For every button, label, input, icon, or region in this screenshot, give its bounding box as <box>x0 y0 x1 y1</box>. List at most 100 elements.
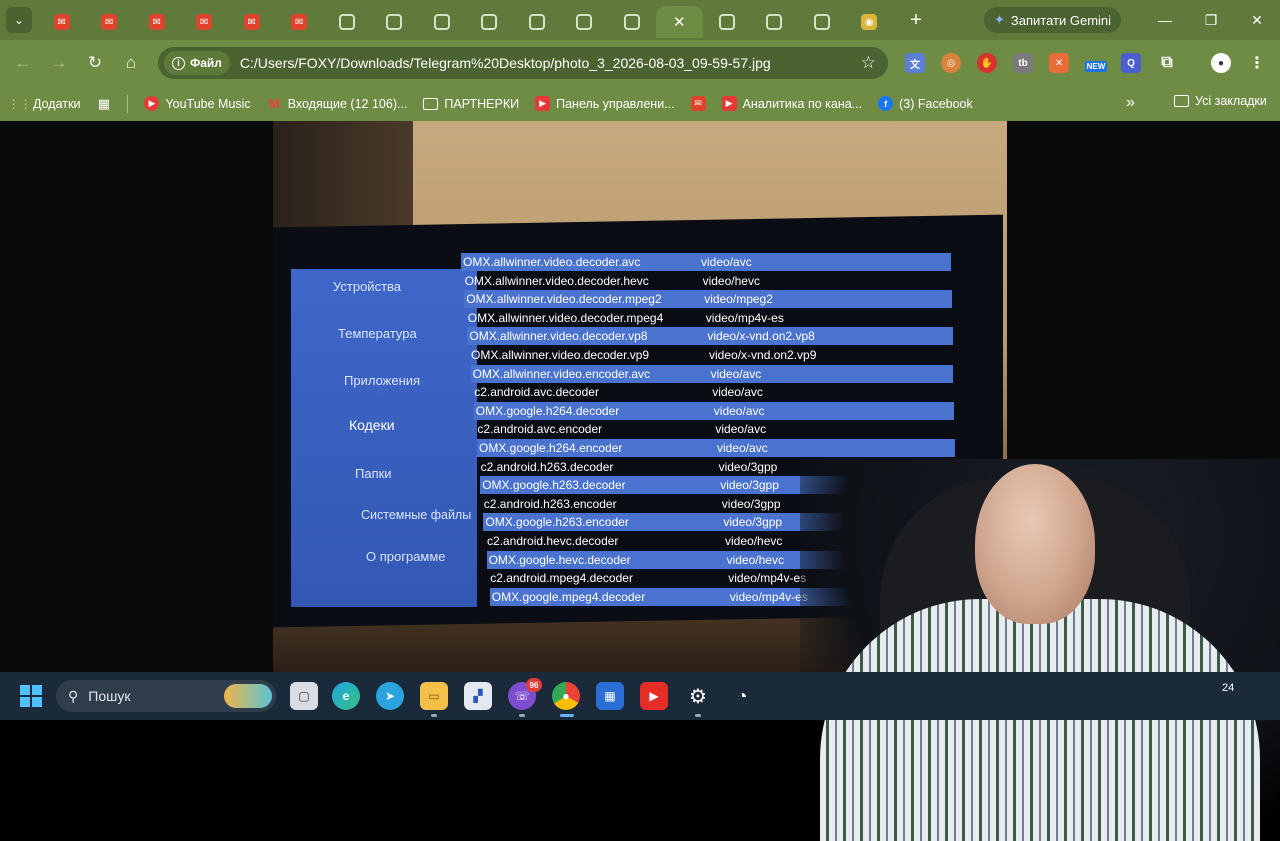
tab-active[interactable]: ✕ <box>655 6 703 38</box>
codec-row: OMX.google.h264.encoder video/avc <box>477 439 955 457</box>
tv-menu-item: Приложения <box>344 373 421 388</box>
bookmark-partnerki[interactable]: ПАРТНЕРКИ <box>423 97 519 111</box>
back-button[interactable]: ← <box>5 45 41 81</box>
windows-start-icon[interactable] <box>20 685 42 707</box>
bookmark-inbox[interactable]: M Входящие (12 106)... <box>267 96 408 111</box>
bookmark-mail[interactable]: ✉ <box>690 96 706 111</box>
globe-icon <box>813 14 830 30</box>
facebook-icon: f <box>878 96 894 111</box>
tab[interactable] <box>703 6 751 38</box>
extension-blue-icon[interactable]: Q <box>1121 53 1141 73</box>
bookmark-analytics[interactable]: ▶ Аналитика по кана... <box>721 96 862 111</box>
app-with-notification-icon[interactable]: ◔ <box>728 682 756 710</box>
chevron-down-icon: ⌄ <box>13 13 25 27</box>
task-view-icon[interactable]: ▢ <box>290 682 318 710</box>
extension-new-icon[interactable]: NEW <box>1084 53 1108 73</box>
bookmark-youtube-music[interactable]: ▶ YouTube Music <box>144 96 251 111</box>
menu-dots-icon[interactable]: ⋮ <box>1247 53 1267 73</box>
tab[interactable]: ✉ <box>228 6 276 38</box>
tab[interactable]: ◉ <box>846 6 894 38</box>
globe-icon <box>528 14 545 30</box>
image-viewer-icon[interactable]: ▞ <box>464 682 492 710</box>
chrome-icon[interactable]: ● <box>552 682 580 710</box>
taskbar-active-indicator <box>560 714 574 717</box>
clock-fragment[interactable]: 24 <box>1222 682 1234 694</box>
codec-name: c2.android.hevc.decoder <box>487 534 619 548</box>
bookmark-star-icon[interactable]: ☆ <box>861 53 876 73</box>
webcam-person-head <box>975 464 1095 624</box>
globe-icon <box>481 14 498 30</box>
minimize-icon: — <box>1158 12 1172 28</box>
tab[interactable] <box>608 6 656 38</box>
tab[interactable]: ✉ <box>181 6 229 38</box>
tab[interactable]: ✉ <box>38 6 86 38</box>
tab[interactable] <box>513 6 561 38</box>
search-icon: ⚲ <box>68 687 79 704</box>
taskbar: ⚲ Пошук ▢ e ➤ ▭ ▞ ☏ 96 ● ▦ ▶ ⚙ ◔ 24 <box>0 672 1280 720</box>
extensions-puzzle-icon[interactable]: ⧉ <box>1157 53 1177 73</box>
codec-row: OMX.allwinner.video.decoder.vp8 video/x-v… <box>467 327 953 346</box>
extension-red-icon[interactable]: ✋ <box>977 53 997 73</box>
bookmark-facebook[interactable]: f (3) Facebook <box>878 96 973 111</box>
codec-row: c2.android.avc.encoder video/avc <box>475 420 954 438</box>
bookmark-apps[interactable]: ⋮⋮ Додатки <box>8 96 81 111</box>
tab[interactable] <box>561 6 609 38</box>
codec-row: OMX.google.h264.decoder video/avc <box>473 401 955 420</box>
settings-gear-icon[interactable]: ⚙ <box>684 682 712 710</box>
taskbar-search[interactable]: ⚲ Пошук <box>56 680 276 712</box>
codec-row: OMX.allwinner.video.encoder.avc video/avc <box>470 364 954 383</box>
codec-name: OMX.allwinner.video.encoder.avc <box>472 366 651 381</box>
viber-icon[interactable]: ☏ 96 <box>508 678 542 710</box>
tab-search-button[interactable]: ⌄ <box>6 7 32 33</box>
bookmark-label: ПАРТНЕРКИ <box>444 96 520 111</box>
codec-name: OMX.allwinner.video.decoder.mpeg2 <box>466 292 662 307</box>
bookmark-control-panel[interactable]: ▶ Панель управлени... <box>535 96 675 111</box>
tab[interactable] <box>371 6 419 38</box>
address-bar[interactable]: i Файл C:/Users/FOXY/Downloads/Telegram%… <box>158 47 888 79</box>
close-icon[interactable]: ✕ <box>673 13 686 31</box>
globe-icon <box>718 14 735 30</box>
site-info-chip[interactable]: i Файл <box>164 51 230 75</box>
gmail-icon: M <box>268 96 280 111</box>
tab[interactable] <box>751 6 799 38</box>
extension-puzzle-orange-icon[interactable]: ✕ <box>1049 53 1069 73</box>
tab[interactable] <box>466 6 514 38</box>
file-explorer-icon[interactable]: ▭ <box>420 682 448 710</box>
edge-icon[interactable]: e <box>332 682 360 710</box>
codec-name: OMX.allwinner.video.decoder.mpeg4 <box>467 310 664 325</box>
codec-name: OMX.google.hevc.decoder <box>488 552 631 567</box>
tab[interactable]: ✉ <box>133 6 181 38</box>
codec-name: OMX.google.h264.encoder <box>479 441 623 455</box>
bookmark-grid[interactable]: ▦ <box>96 96 111 111</box>
profile-avatar-icon[interactable]: ● <box>1211 53 1231 73</box>
tv-menu-item: О программе <box>366 549 446 564</box>
tab[interactable]: ✉ <box>86 6 134 38</box>
more-bookmarks-chevron-icon[interactable]: » <box>1126 94 1135 112</box>
tab[interactable] <box>418 6 466 38</box>
translate-extension-icon[interactable]: 文 <box>905 53 925 73</box>
codec-mime-type: video/mp4v-es <box>705 310 784 325</box>
home-button[interactable]: ⌂ <box>113 45 149 81</box>
codec-row: OMX.allwinner.video.decoder.vp9 video/x-v… <box>469 346 953 364</box>
url-text[interactable]: C:/Users/FOXY/Downloads/Telegram%20Deskt… <box>240 55 771 71</box>
minimize-button[interactable]: — <box>1142 0 1188 40</box>
tab[interactable] <box>798 6 846 38</box>
tab[interactable] <box>323 6 371 38</box>
reload-button[interactable]: ↻ <box>77 45 113 81</box>
globe-icon <box>338 14 355 30</box>
folder-icon <box>423 97 439 110</box>
ask-gemini-button[interactable]: ✦ Запитати Gemini <box>984 7 1122 33</box>
microsoft-store-icon[interactable]: ▦ <box>596 682 624 710</box>
new-tab-button[interactable]: + <box>901 5 931 35</box>
restore-button[interactable]: ❐ <box>1188 0 1234 40</box>
telegram-icon[interactable]: ➤ <box>376 682 404 710</box>
extension-orange-icon[interactable]: ◎ <box>941 53 961 73</box>
tab[interactable]: ✉ <box>276 6 324 38</box>
globe-icon <box>576 14 593 30</box>
extension-tb-icon[interactable]: tb <box>1013 53 1033 73</box>
youtube-app-icon[interactable]: ▶ <box>640 682 668 710</box>
forward-button[interactable]: → <box>41 45 77 81</box>
close-window-button[interactable]: ✕ <box>1234 0 1280 40</box>
all-bookmarks-button[interactable]: Усі закладки <box>1174 94 1267 108</box>
bookmark-label: Входящие (12 106)... <box>287 96 408 111</box>
